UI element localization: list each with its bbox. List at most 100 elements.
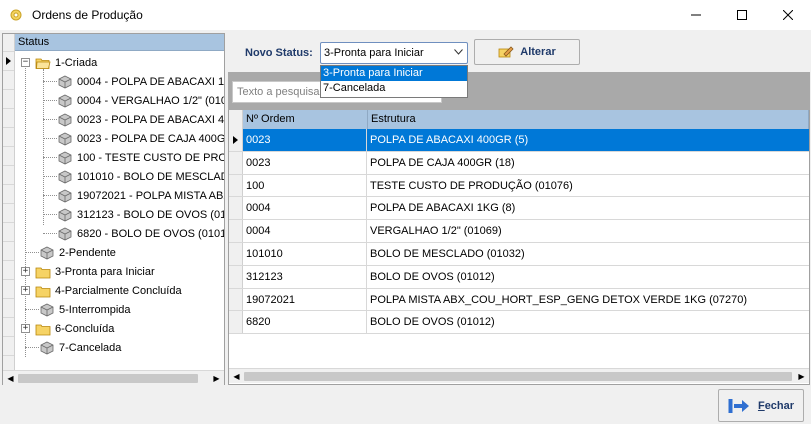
minimize-icon [691, 14, 701, 16]
column-header-ordem[interactable]: Nº Ordem [243, 110, 368, 129]
expand-toggle-icon[interactable]: + [21, 286, 30, 295]
tree-node-pendente[interactable]: 2-Pendente [39, 243, 116, 262]
scroll-right-icon[interactable]: ▶ [794, 369, 809, 384]
minimize-button[interactable] [673, 0, 719, 30]
tree-item[interactable]: 0023 - POLPA DE CAJA 400GR (18) [57, 129, 224, 148]
fechar-button-label: Fechar [757, 399, 795, 412]
cube-icon [58, 94, 72, 107]
table-row[interactable]: 100 TESTE CUSTO DE PRODUÇÃO (01076) [229, 174, 809, 198]
current-row-arrow-icon [233, 136, 238, 144]
cube-icon [40, 303, 54, 316]
tree-item[interactable]: 312123 - BOLO DE OVOS (01012) [57, 205, 224, 224]
tree-item-label: 101010 - BOLO DE MESCLADO [77, 170, 224, 183]
tree-node-criada[interactable]: − 1-Criada [21, 53, 97, 72]
new-status-select[interactable]: 3-Pronta para Iniciar [320, 42, 468, 64]
tree-node-interrompida[interactable]: 5-Interrompida [39, 300, 131, 319]
status-dropdown-list: 3-Pronta para Iniciar 7-Cancelada [320, 65, 468, 98]
tree-node-cancelada[interactable]: 7-Cancelada [39, 338, 121, 357]
scroll-thumb[interactable] [244, 372, 792, 381]
maximize-button[interactable] [719, 0, 765, 30]
tree-horizontal-scrollbar[interactable]: ◀ ▶ [3, 370, 224, 385]
cube-icon [58, 170, 72, 183]
cube-icon [40, 246, 54, 259]
cell-estrutura: BOLO DE OVOS (01012) [370, 270, 495, 283]
tree-item-label: 0023 - POLPA DE CAJA 400GR (18) [77, 132, 224, 145]
bottom-bar [0, 388, 811, 424]
cell-estrutura: BOLO DE OVOS (01012) [370, 316, 495, 329]
tree-row-indicator [3, 34, 15, 370]
cube-icon [58, 113, 72, 126]
scroll-thumb[interactable] [18, 374, 198, 383]
tree-node-pronta[interactable]: + 3-Pronta para Iniciar [21, 262, 155, 281]
column-header-estrutura[interactable]: Estrutura [368, 110, 809, 129]
tree-item-label: 0023 - POLPA DE ABACAXI 400GR [77, 113, 224, 126]
cell-ordem: 0004 [243, 197, 367, 220]
table-row[interactable]: 0004 POLPA DE ABACAXI 1KG (8) [229, 197, 809, 221]
grid-rows: 0023 POLPA DE ABACAXI 400GR (5) 0023 POL… [229, 129, 809, 335]
cell-estrutura: POLPA DE ABACAXI 1KG (8) [370, 202, 516, 215]
cell-estrutura: BOLO DE MESCLADO (01032) [370, 247, 525, 260]
cube-icon [58, 208, 72, 221]
expand-toggle-icon[interactable]: + [21, 267, 30, 276]
table-row[interactable]: 6820 BOLO DE OVOS (01012) [229, 311, 809, 335]
title-bar: Ordens de Produção [0, 0, 811, 30]
tree-item[interactable]: 101010 - BOLO DE MESCLADO [57, 167, 224, 186]
scroll-left-icon[interactable]: ◀ [3, 371, 18, 386]
scroll-right-icon[interactable]: ▶ [209, 371, 224, 386]
cube-icon [58, 189, 72, 202]
table-row[interactable]: 101010 BOLO DE MESCLADO (01032) [229, 242, 809, 266]
alterar-button[interactable]: Alterar [474, 39, 580, 65]
tree-item[interactable]: 6820 - BOLO DE OVOS (01012) [57, 224, 224, 243]
status-tree: − 1-Criada 0004 - POLPA DE ABACAXI 1KG 0… [15, 52, 224, 370]
edit-pencil-icon [498, 46, 514, 58]
tree-header-status[interactable]: Status [15, 34, 224, 51]
collapse-toggle-icon[interactable]: − [21, 58, 30, 67]
close-icon [783, 10, 793, 20]
scroll-left-icon[interactable]: ◀ [229, 369, 244, 384]
cell-estrutura: POLPA DE CAJA 400GR (18) [370, 156, 515, 169]
cell-ordem: 0023 [243, 151, 367, 174]
cube-icon [58, 75, 72, 88]
cell-ordem: 19072021 [243, 288, 367, 311]
tree-item-label: 100 - TESTE CUSTO DE PRODUÇÃO [77, 151, 224, 164]
tree-node-concluida[interactable]: + 6-Concluída [21, 319, 114, 338]
fechar-button[interactable]: Fechar [718, 389, 804, 422]
folder-open-icon [35, 58, 51, 69]
tree-node-label: 6-Concluída [55, 322, 115, 335]
folder-icon [35, 324, 51, 335]
new-status-value: 3-Pronta para Iniciar [324, 47, 424, 59]
folder-icon [35, 267, 51, 278]
exit-arrow-icon [728, 398, 749, 413]
tree-item[interactable]: 0023 - POLPA DE ABACAXI 400GR [57, 110, 224, 129]
cube-icon [40, 341, 54, 354]
tree-item[interactable]: 0004 - VERGALHAO 1/2" (01069) [57, 91, 224, 110]
table-row[interactable]: 0023 POLPA DE CAJA 400GR (18) [229, 151, 809, 175]
close-button[interactable] [765, 0, 811, 30]
tree-item[interactable]: 100 - TESTE CUSTO DE PRODUÇÃO [57, 148, 224, 167]
tree-node-label: 7-Cancelada [59, 341, 122, 354]
expand-toggle-icon[interactable]: + [21, 324, 30, 333]
table-row[interactable]: 0023 POLPA DE ABACAXI 400GR (5) [229, 129, 809, 152]
new-status-label: Novo Status: [245, 47, 313, 59]
tree-item-label: 6820 - BOLO DE OVOS (01012) [77, 227, 224, 240]
orders-grid: Nº Ordem Estrutura 0023 POLPA DE ABACAXI… [228, 110, 810, 385]
app-gear-icon [10, 9, 22, 21]
table-row[interactable]: 312123 BOLO DE OVOS (01012) [229, 265, 809, 289]
cell-estrutura: VERGALHAO 1/2" (01069) [370, 225, 502, 238]
table-row[interactable]: 19072021 POLPA MISTA ABX_COU_HORT_ESP_GE… [229, 288, 809, 312]
tree-item-label: 19072021 - POLPA MISTA ABX_COU [77, 189, 224, 202]
tree-node-parcialmente-concluida[interactable]: + 4-Parcialmente Concluída [21, 281, 182, 300]
cube-icon [58, 151, 72, 164]
tree-node-label: 1-Criada [55, 56, 98, 69]
tree-item-label: 0004 - VERGALHAO 1/2" (01069) [77, 94, 224, 107]
tree-item[interactable]: 19072021 - POLPA MISTA ABX_COU [57, 186, 224, 205]
tree-node-label: 2-Pendente [59, 246, 116, 259]
window-title: Ordens de Produção [32, 8, 143, 22]
status-tree-panel: Status − 1-Criada 0004 - POLPA DE ABACAX… [2, 33, 225, 385]
dropdown-option[interactable]: 3-Pronta para Iniciar [321, 66, 467, 81]
table-row[interactable]: 0004 VERGALHAO 1/2" (01069) [229, 220, 809, 243]
dropdown-option[interactable]: 7-Cancelada [321, 81, 467, 96]
tree-item[interactable]: 0004 - POLPA DE ABACAXI 1KG [57, 72, 224, 91]
grid-horizontal-scrollbar[interactable]: ◀ ▶ [229, 368, 809, 383]
cell-estrutura: TESTE CUSTO DE PRODUÇÃO (01076) [370, 179, 573, 192]
